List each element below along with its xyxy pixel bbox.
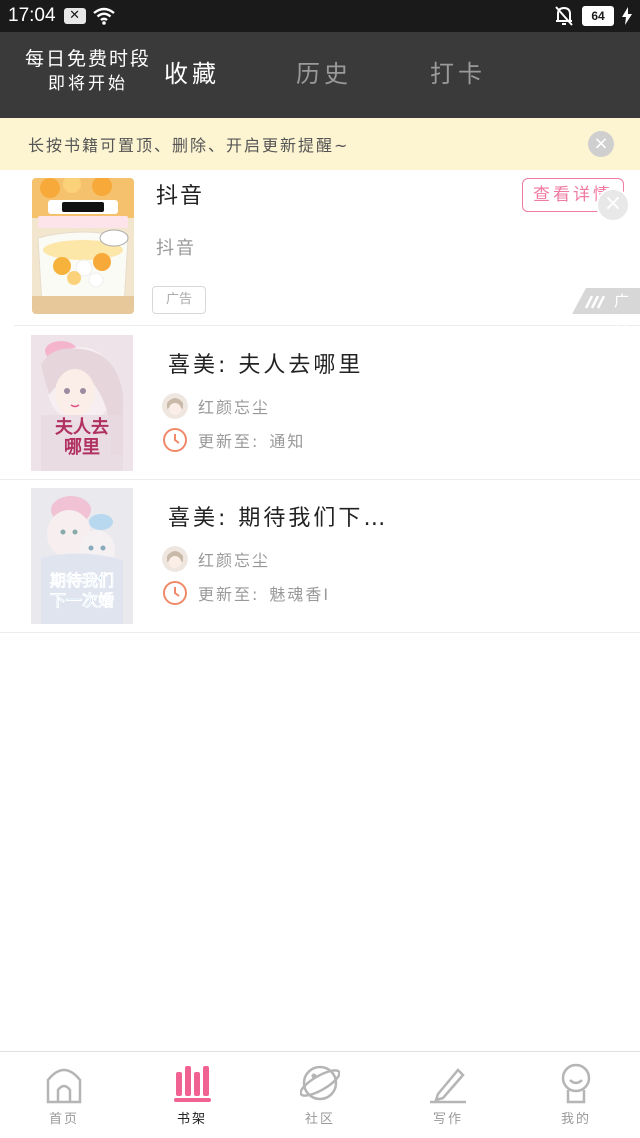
nav-community[interactable]: 社区 <box>256 1052 384 1138</box>
nav-write[interactable]: 写作 <box>384 1052 512 1138</box>
notice-bar: 长按书籍可置顶、删除、开启更新提醒~ <box>0 118 640 170</box>
nav-bookshelf[interactable]: 书架 <box>128 1052 256 1138</box>
update-label: 更新至: <box>198 585 260 604</box>
book-author-row: 红颜忘尘 <box>162 393 270 419</box>
planet-icon <box>300 1065 340 1101</box>
notification-x-icon: ✕ <box>63 8 86 24</box>
profile-icon <box>561 1063 591 1104</box>
update-value: 魅魂香I <box>269 585 331 604</box>
tab-history[interactable]: 历史 <box>296 54 352 89</box>
bookshelf-icon <box>174 1066 211 1102</box>
promo-line2: 即将开始 <box>48 74 128 94</box>
notice-text: 长按书籍可置顶、删除、开启更新提醒~ <box>28 136 350 155</box>
top-header: 每日免费时段 即将开始 收藏 历史 打卡 <box>0 32 640 118</box>
tab-checkin[interactable]: 打卡 <box>430 54 486 89</box>
ad-subtitle: 抖音 <box>156 238 196 259</box>
book-title: 喜美: 夫人去哪里 <box>168 353 364 378</box>
nav-home-label: 首页 <box>48 1112 79 1127</box>
book-update-row: 更新至: 魅魂香I <box>162 580 330 606</box>
ad-close-icon[interactable]: × <box>596 188 630 222</box>
book-author: 红颜忘尘 <box>198 398 271 417</box>
nav-profile-label: 我的 <box>560 1112 591 1127</box>
svg-text:下一次婚: 下一次婚 <box>50 591 114 610</box>
nav-home[interactable]: 首页 <box>0 1052 128 1138</box>
ad-thumbnail <box>32 178 134 314</box>
free-period-promo[interactable]: 每日免费时段 即将开始 <box>20 46 156 96</box>
clock-icon <box>163 428 187 452</box>
clock-icon <box>163 581 187 605</box>
svg-text:哪里: 哪里 <box>64 437 100 458</box>
book-cover[interactable]: 夫人去 哪里 <box>31 335 133 471</box>
pen-icon <box>430 1068 466 1104</box>
bottom-nav: 首页 书架 社区 写作 我的 <box>0 1051 640 1138</box>
ad-badge-label: 广告 <box>614 292 630 331</box>
update-label: 更新至: <box>198 432 260 451</box>
charging-icon <box>622 7 632 25</box>
notice-close-icon[interactable]: × <box>588 131 614 157</box>
book-cover[interactable]: 期待我们 下一次婚 <box>31 488 133 624</box>
nav-community-label: 社区 <box>304 1112 335 1127</box>
book-update-row: 更新至: 通知 <box>162 427 305 453</box>
status-bar: 17:04 ✕ 64 <box>0 0 640 32</box>
wifi-icon <box>92 7 115 25</box>
author-avatar <box>162 546 188 572</box>
update-value: 通知 <box>269 432 306 451</box>
book-title: 喜美: 期待我们下… <box>168 506 389 531</box>
svg-text:夫人去: 夫人去 <box>55 416 109 438</box>
battery-indicator: 64 <box>582 6 614 26</box>
promo-line1: 每日免费时段 <box>24 48 151 70</box>
svg-text:期待我们: 期待我们 <box>50 571 114 590</box>
tab-favorites[interactable]: 收藏 <box>164 54 220 89</box>
nav-profile[interactable]: 我的 <box>512 1052 640 1138</box>
ad-title: 抖音 <box>156 184 205 209</box>
bell-muted-icon <box>555 6 573 26</box>
ad-tag: 广告 <box>152 286 206 314</box>
book-author-row: 红颜忘尘 <box>162 546 270 572</box>
ad-item[interactable]: 抖音 抖音 广告 查看详情 × 广告 <box>14 170 640 331</box>
nav-write-label: 写作 <box>432 1112 463 1127</box>
status-time: 17:04 <box>8 5 56 26</box>
book-author: 红颜忘尘 <box>198 551 271 570</box>
author-avatar <box>162 393 188 419</box>
nav-bookshelf-label: 书架 <box>176 1112 207 1127</box>
book-item[interactable]: 夫人去 哪里 喜美: 夫人去哪里 红颜忘尘 更新至: 通知 <box>0 327 640 480</box>
book-item[interactable]: 期待我们 下一次婚 喜美: 期待我们下… 红颜忘尘 更新至: 魅魂香I <box>0 480 640 633</box>
home-icon <box>46 1068 82 1104</box>
